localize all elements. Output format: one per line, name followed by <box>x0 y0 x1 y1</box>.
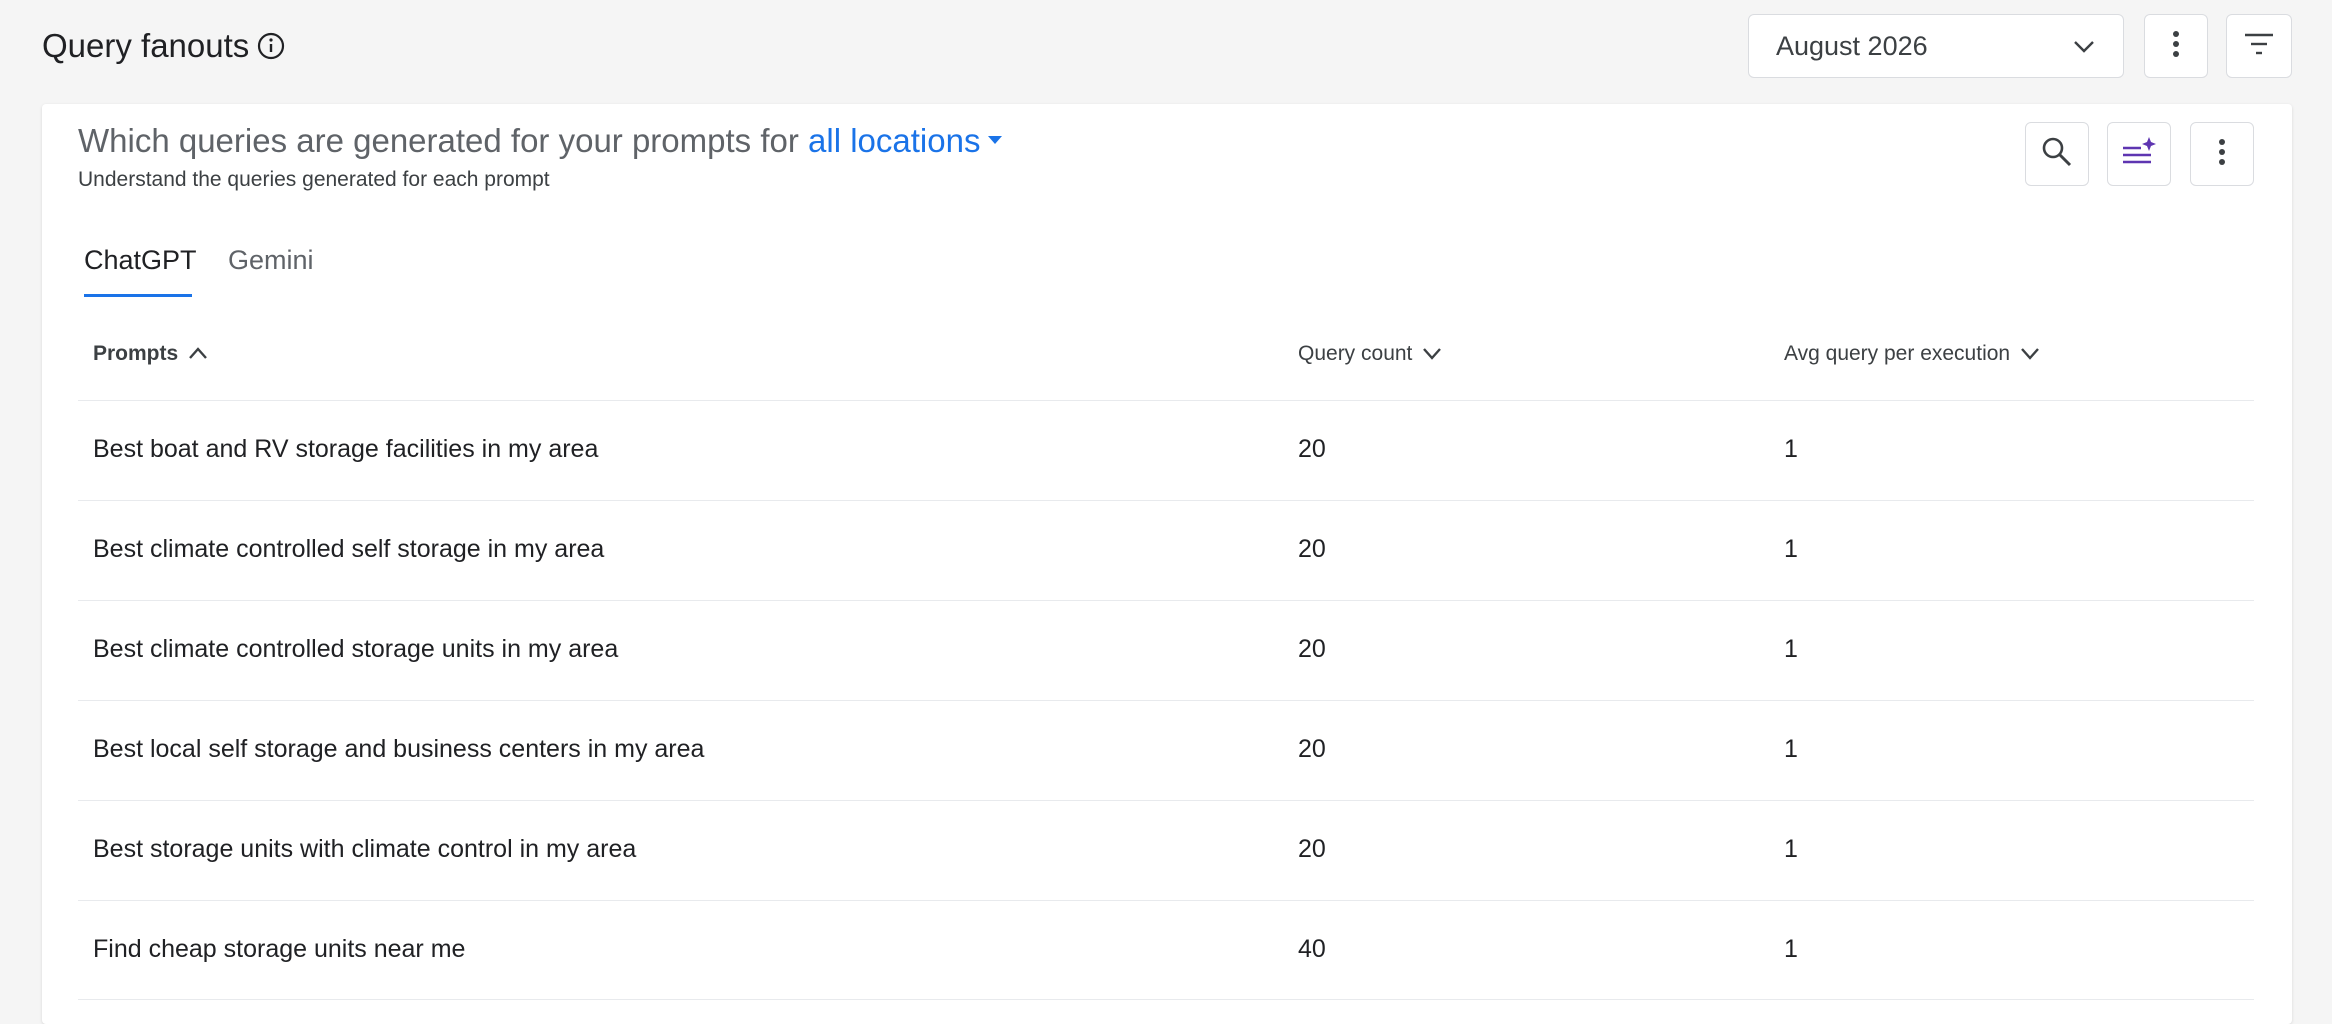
query-fanouts-card: Which queries are generated for your pro… <box>42 104 2292 1024</box>
ai-sparkle-icon <box>2121 136 2157 173</box>
search-icon <box>2041 136 2073 173</box>
more-vert-icon <box>2217 137 2227 172</box>
filter-icon <box>2243 31 2275 62</box>
info-icon[interactable] <box>256 31 286 61</box>
prompt-cell: Best boat and RV storage facilities in m… <box>93 435 599 463</box>
query-count-cell: 20 <box>1298 535 1326 563</box>
location-dropdown-label: all locations <box>808 122 981 159</box>
ai-insights-button[interactable] <box>2107 122 2171 186</box>
chevron-down-icon <box>2071 35 2097 59</box>
column-header-label: Query count <box>1298 342 1413 365</box>
query-count-cell: 20 <box>1298 835 1326 863</box>
tab-gemini[interactable]: Gemini <box>228 236 314 284</box>
column-header-label: Avg query per execution <box>1784 342 2011 365</box>
table-row[interactable]: Best local self storage and business cen… <box>78 700 2254 800</box>
table-row[interactable]: Best boat and RV storage facilities in m… <box>78 400 2254 500</box>
avg-query-cell: 1 <box>1784 735 1798 763</box>
prompt-cell: Best storage units with climate control … <box>93 835 637 863</box>
header-more-button[interactable] <box>2144 14 2208 78</box>
table-row[interactable]: Best climate controlled self storage in … <box>78 500 2254 600</box>
avg-query-cell: 1 <box>1784 635 1798 663</box>
avg-query-cell: 1 <box>1784 535 1798 563</box>
query-count-cell: 40 <box>1298 935 1326 963</box>
active-tab-indicator <box>84 294 192 297</box>
table-row[interactable]: Find cheap storage units near me 40 1 <box>78 900 2254 1000</box>
column-header-prompts[interactable]: Prompts <box>93 334 208 374</box>
avg-query-cell: 1 <box>1784 935 1798 963</box>
card-title-text: Which queries are generated for your pro… <box>78 122 799 159</box>
avg-query-cell: 1 <box>1784 435 1798 463</box>
prompt-cell: Best climate controlled storage units in… <box>93 635 619 663</box>
query-count-cell: 20 <box>1298 435 1326 463</box>
location-dropdown[interactable]: all locations <box>808 122 1003 159</box>
card-more-button[interactable] <box>2190 122 2254 186</box>
sort-desc-icon <box>2010 334 2040 374</box>
caret-down-icon <box>988 136 1003 145</box>
sort-desc-icon <box>1412 334 1442 374</box>
column-header-label: Prompts <box>93 342 179 365</box>
page-title: Query fanouts <box>42 27 250 64</box>
prompt-cell: Best local self storage and business cen… <box>93 735 705 763</box>
prompt-cell: Find cheap storage units near me <box>93 935 466 963</box>
month-select[interactable]: August 2026 <box>1748 14 2124 78</box>
filter-button[interactable] <box>2226 14 2292 78</box>
month-select-value: August 2026 <box>1776 31 1928 61</box>
more-vert-icon <box>2171 29 2181 64</box>
page-header: Query fanouts August 2026 <box>0 0 2332 100</box>
sort-asc-icon <box>178 334 208 374</box>
query-count-cell: 20 <box>1298 735 1326 763</box>
column-header-avg-query[interactable]: Avg query per execution <box>1784 334 2040 374</box>
column-header-query-count[interactable]: Query count <box>1298 334 1442 374</box>
avg-query-cell: 1 <box>1784 835 1798 863</box>
table-row[interactable]: Best storage units with climate control … <box>78 800 2254 900</box>
search-button[interactable] <box>2025 122 2089 186</box>
query-count-cell: 20 <box>1298 635 1326 663</box>
card-title: Which queries are generated for your pro… <box>78 116 1003 166</box>
card-subtitle: Understand the queries generated for eac… <box>78 168 550 191</box>
table-row[interactable]: Best climate controlled storage units in… <box>78 600 2254 700</box>
prompt-cell: Best climate controlled self storage in … <box>93 535 605 563</box>
tab-chatgpt[interactable]: ChatGPT <box>84 236 197 284</box>
